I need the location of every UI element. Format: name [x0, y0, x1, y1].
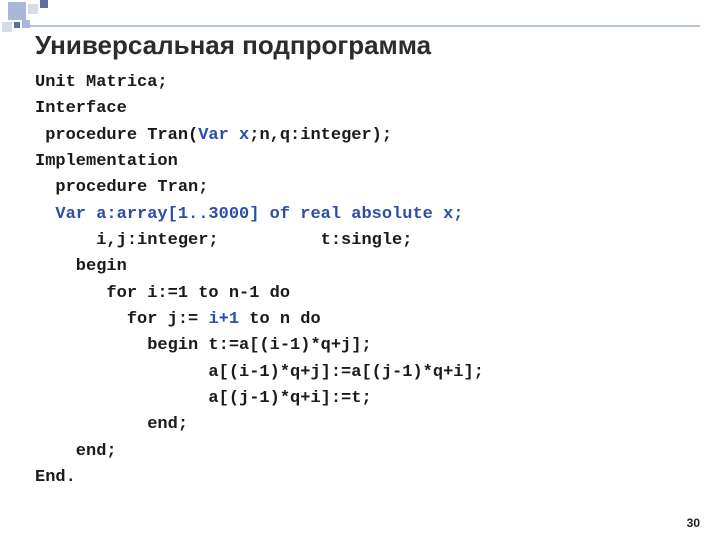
code-line: end; [35, 415, 188, 434]
code-line: Interface [35, 99, 127, 118]
slide-title: Универсальная подпрограмма [35, 30, 431, 61]
code-block: Unit Matrica; Interface procedure Tran(V… [35, 70, 700, 492]
code-line: begin t:=a[(i-1)*q+j]; [35, 336, 372, 355]
code-line: for j:= i+1 to n do [35, 310, 321, 329]
code-line: End. [35, 468, 76, 487]
code-line: Unit Matrica; [35, 73, 168, 92]
code-line: for i:=1 to n-1 do [35, 284, 290, 303]
code-line: a[(i-1)*q+j]:=a[(j-1)*q+i]; [35, 363, 484, 382]
code-line: begin [35, 257, 127, 276]
page-number: 30 [687, 516, 700, 530]
code-line: i,j:integer; t:single; [35, 231, 412, 250]
code-line: procedure Tran(Var x;n,q:integer); [35, 126, 392, 145]
code-line: end; [35, 442, 117, 461]
code-line: Implementation [35, 152, 178, 171]
title-underline [30, 25, 700, 27]
code-line: procedure Tran; [35, 178, 208, 197]
code-line: Var a:array[1..3000] of real absolute x; [35, 205, 463, 224]
code-line: a[(j-1)*q+i]:=t; [35, 389, 372, 408]
